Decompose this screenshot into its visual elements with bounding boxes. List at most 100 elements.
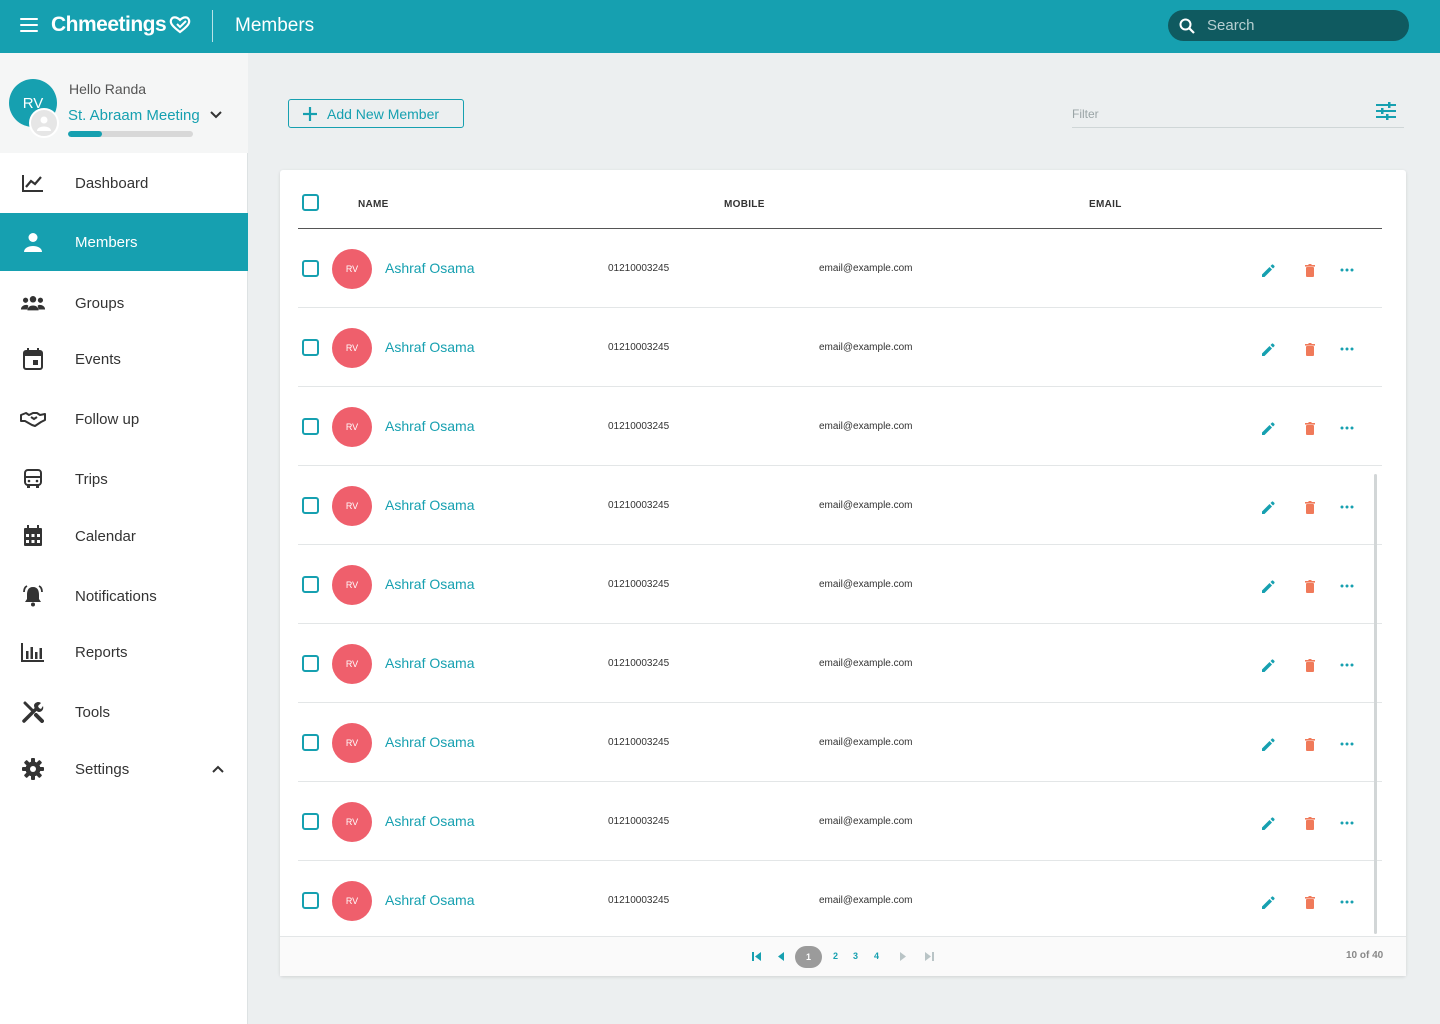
filter-settings-icon[interactable] [1376,102,1396,120]
sidebar-item-groups[interactable]: Groups [0,274,248,332]
more-options-icon[interactable] [1340,821,1354,825]
select-all-checkbox[interactable] [302,194,319,211]
edit-icon[interactable] [1261,738,1275,752]
member-name[interactable]: Ashraf Osama [385,655,474,671]
filter-input[interactable] [1072,107,1352,121]
member-name[interactable]: Ashraf Osama [385,260,474,276]
member-avatar: RV [332,881,372,921]
user-placeholder-icon [29,108,59,138]
page-current[interactable]: 1 [795,946,822,968]
member-name[interactable]: Ashraf Osama [385,418,474,434]
table-row[interactable]: RV Ashraf Osama 01210003245 email@example.c… [298,782,1382,861]
delete-icon[interactable] [1305,738,1315,751]
edit-icon[interactable] [1261,343,1275,357]
filter-field[interactable] [1072,102,1404,128]
more-options-icon[interactable] [1340,584,1354,588]
member-name[interactable]: Ashraf Osama [385,576,474,592]
delete-icon[interactable] [1305,264,1315,277]
more-options-icon[interactable] [1340,742,1354,746]
member-avatar: RV [332,723,372,763]
row-checkbox[interactable] [302,813,319,830]
sidebar-item-tools[interactable]: Tools [0,683,248,741]
add-new-member-button[interactable]: Add New Member [288,99,464,128]
row-checkbox[interactable] [302,418,319,435]
sidebar-item-members[interactable]: Members [0,213,248,271]
sidebar-item-follow-up[interactable]: Follow up [0,390,248,448]
column-header-mobile[interactable]: MOBILE [724,199,765,210]
row-checkbox[interactable] [302,497,319,514]
edit-icon[interactable] [1261,580,1275,594]
more-options-icon[interactable] [1340,426,1354,430]
page-link[interactable]: 4 [874,951,879,961]
page-link[interactable]: 2 [833,951,838,961]
person-icon [20,230,46,254]
table-row[interactable]: RV Ashraf Osama 01210003245 email@example.c… [298,229,1382,308]
delete-icon[interactable] [1305,817,1315,830]
column-header-name[interactable]: NAME [358,199,389,210]
members-table-card: NAME MOBILE EMAIL RV Ashraf Osama 01210003… [280,170,1406,976]
table-row[interactable]: RV Ashraf Osama 01210003245 email@example.c… [298,387,1382,466]
column-header-email[interactable]: EMAIL [1089,199,1122,210]
table-row[interactable]: RV Ashraf Osama 01210003245 email@example.c… [298,861,1382,940]
next-page-icon[interactable] [899,952,907,961]
member-avatar: RV [332,486,372,526]
row-checkbox[interactable] [302,892,319,909]
row-checkbox[interactable] [302,655,319,672]
page-link[interactable]: 3 [853,951,858,961]
meeting-selector-label[interactable]: St. Abraam Meeting [68,107,200,124]
more-options-icon[interactable] [1340,347,1354,351]
edit-icon[interactable] [1261,896,1275,910]
app-logo[interactable]: Chmeetings [51,13,191,37]
search-input[interactable] [1207,17,1387,34]
more-options-icon[interactable] [1340,900,1354,904]
edit-icon[interactable] [1261,264,1275,278]
progress-fill [68,131,102,137]
member-avatar-initials: RV [345,817,359,827]
member-name[interactable]: Ashraf Osama [385,734,474,750]
delete-icon[interactable] [1305,896,1315,909]
more-options-icon[interactable] [1340,505,1354,509]
menu-icon[interactable] [20,18,38,34]
previous-page-icon[interactable] [777,952,785,961]
sidebar-item-trips[interactable]: Trips [0,450,248,508]
chevron-down-icon[interactable] [210,111,222,119]
member-name[interactable]: Ashraf Osama [385,892,474,908]
edit-icon[interactable] [1261,501,1275,515]
delete-icon[interactable] [1305,659,1315,672]
sidebar-item-dashboard[interactable]: Dashboard [0,154,248,212]
table-row[interactable]: RV Ashraf Osama 01210003245 email@example.c… [298,703,1382,782]
table-row[interactable]: RV Ashraf Osama 01210003245 email@example.c… [298,624,1382,703]
table-scrollbar[interactable] [1374,474,1377,934]
sidebar-item-settings[interactable]: Settings [0,740,248,798]
edit-icon[interactable] [1261,422,1275,436]
more-options-icon[interactable] [1340,268,1354,272]
sidebar-item-reports[interactable]: Reports [0,623,248,681]
edit-icon[interactable] [1261,817,1275,831]
edit-icon[interactable] [1261,659,1275,673]
sidebar-item-events[interactable]: Events [0,330,248,388]
member-avatar-initials: RV [345,343,359,353]
member-avatar: RV [332,565,372,605]
chevron-up-icon[interactable] [212,765,224,773]
row-checkbox[interactable] [302,576,319,593]
row-checkbox[interactable] [302,339,319,356]
table-row[interactable]: RV Ashraf Osama 01210003245 email@example.c… [298,308,1382,387]
more-options-icon[interactable] [1340,663,1354,667]
member-name[interactable]: Ashraf Osama [385,813,474,829]
row-checkbox[interactable] [302,260,319,277]
search-box[interactable] [1168,10,1409,41]
row-checkbox[interactable] [302,734,319,751]
delete-icon[interactable] [1305,343,1315,356]
last-page-icon[interactable] [924,952,934,961]
delete-icon[interactable] [1305,422,1315,435]
first-page-icon[interactable] [752,952,762,961]
member-name[interactable]: Ashraf Osama [385,339,474,355]
table-row[interactable]: RV Ashraf Osama 01210003245 email@example.c… [298,545,1382,624]
delete-icon[interactable] [1305,580,1315,593]
delete-icon[interactable] [1305,501,1315,514]
plus-icon [303,106,317,121]
member-name[interactable]: Ashraf Osama [385,497,474,513]
sidebar-item-notifications[interactable]: Notifications [0,567,248,625]
table-row[interactable]: RV Ashraf Osama 01210003245 email@example.c… [298,466,1382,545]
sidebar-item-calendar[interactable]: Calendar [0,507,248,565]
